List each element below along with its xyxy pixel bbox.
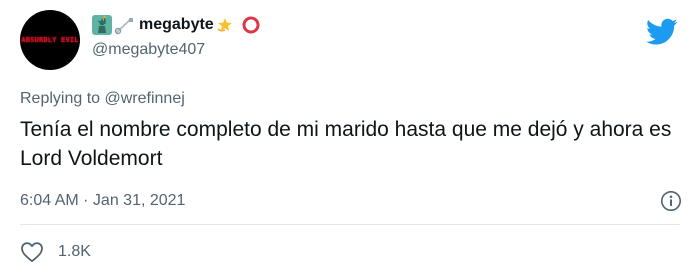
avatar[interactable]: ABSURDLY EVIL (20, 10, 80, 70)
heart-icon[interactable] (20, 241, 44, 263)
likes-count: 1.8K (58, 243, 91, 260)
user-handle[interactable]: @megabyte407 (92, 40, 205, 60)
user-name-row: megabyte (92, 14, 261, 36)
hollow-red-circle-icon (242, 16, 260, 34)
tweet-text: Tenía el nombre completo de mi marido ha… (20, 118, 672, 170)
safety-pin-icon (114, 18, 133, 35)
statue-of-liberty-icon (92, 15, 112, 35)
divider (20, 224, 680, 225)
info-icon[interactable] (660, 190, 682, 212)
replying-to-label: Replying to (20, 90, 101, 107)
display-name[interactable]: megabyte (139, 15, 214, 35)
tweet-timestamp[interactable]: 6:04 AM · Jan 31, 2021 (20, 191, 185, 211)
dizzy-icon (217, 18, 232, 32)
twitter-bird-icon[interactable] (646, 18, 678, 46)
avatar-text: ABSURDLY EVIL (21, 36, 79, 44)
replying-to-line: Replying to @wrefinnej (20, 89, 185, 109)
reply-mention-link[interactable]: @wrefinnej (105, 90, 185, 107)
like-action[interactable]: 1.8K (20, 241, 91, 263)
tweet-card: ABSURDLY EVIL megabyte @megabyte407 Repl… (0, 0, 700, 280)
